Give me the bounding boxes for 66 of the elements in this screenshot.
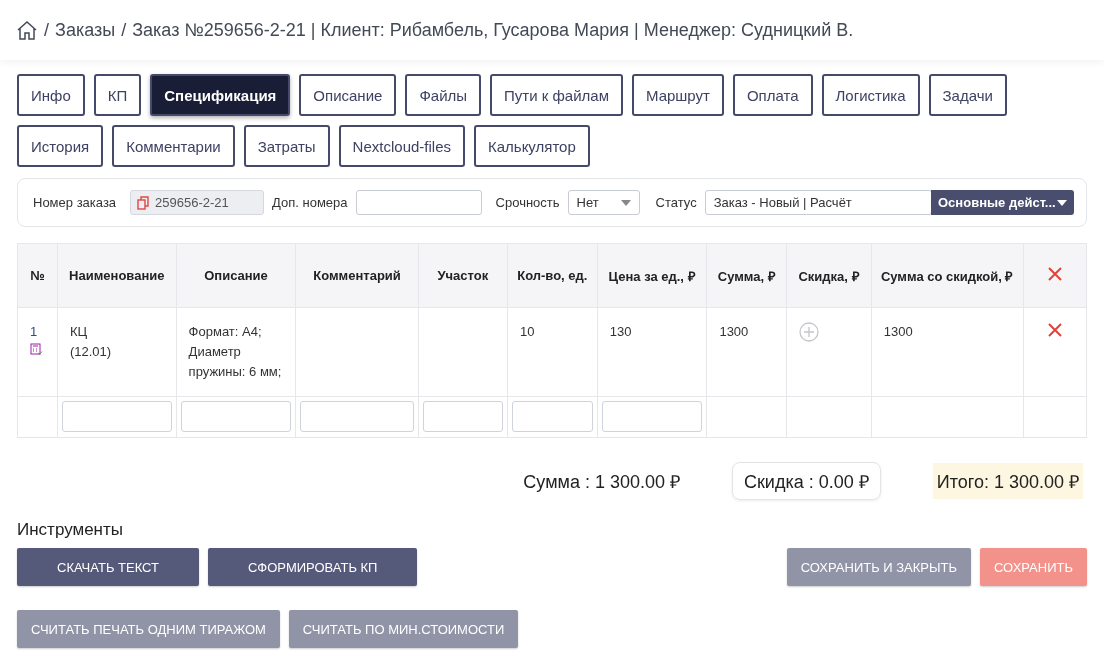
calculator-icon[interactable] xyxy=(30,343,43,356)
tab[interactable]: КП xyxy=(93,74,142,116)
grand-total: Итого: 1 300.00 ₽ xyxy=(932,463,1083,499)
field-label: Срочность xyxy=(495,195,560,210)
input-field[interactable] xyxy=(601,401,703,432)
tab[interactable]: Nextcloud-files xyxy=(338,125,465,167)
delete-icon[interactable] xyxy=(1046,322,1063,338)
discount-total: Скидка : 0.00 ₽ xyxy=(732,462,881,500)
column-header: Описание xyxy=(176,243,296,308)
input-field[interactable] xyxy=(300,401,414,432)
tab[interactable]: Маршрут xyxy=(631,74,724,116)
tab[interactable]: Файлы xyxy=(405,74,482,116)
tab[interactable]: Оплата xyxy=(732,74,813,116)
caret-icon xyxy=(620,199,631,206)
tab[interactable]: Пути к файлам xyxy=(490,74,623,116)
tab[interactable]: История xyxy=(17,125,104,167)
table-cell-text: 1 xyxy=(30,323,39,341)
tab[interactable]: Задачи xyxy=(928,74,1007,116)
actions-dropdown[interactable]: Основные дейст... xyxy=(931,190,1074,215)
field-label: Номер заказа xyxy=(33,195,117,210)
input-field[interactable] xyxy=(422,401,503,432)
extra-numbers-field[interactable] xyxy=(355,190,482,215)
breadcrumb-separator: / xyxy=(121,19,127,41)
field-label: Статус xyxy=(655,195,697,210)
column-header: Скидка, ₽ xyxy=(786,243,872,308)
action-button[interactable]: СФОРМИРОВАТЬ КП xyxy=(207,548,418,586)
copy-icon[interactable] xyxy=(137,195,150,210)
column-header: № xyxy=(17,243,58,308)
tab[interactable]: Комментарии xyxy=(112,125,235,167)
column-header: Участок xyxy=(418,243,508,308)
table-cell-text: (12.01) xyxy=(69,343,113,361)
delete-icon[interactable] xyxy=(1046,266,1063,282)
table-cell-text: Формат: А4; Диаметр пружины: 6 мм; xyxy=(188,323,283,381)
tab[interactable]: Логистика xyxy=(821,74,920,116)
tab[interactable]: Калькулятор xyxy=(474,125,590,167)
table-cell-text: 1300 xyxy=(883,323,914,341)
column-header: Комментарий xyxy=(295,243,419,308)
order-number-field: 259656-2-21 xyxy=(130,190,265,215)
column-header: Сумма со скидкой, ₽ xyxy=(871,243,1024,308)
column-header: Цена за ед., ₽ xyxy=(597,243,707,308)
breadcrumb-separator: / xyxy=(44,19,49,41)
add-discount-icon[interactable] xyxy=(799,322,820,342)
caret-icon xyxy=(1057,199,1067,206)
tab[interactable]: Спецификация xyxy=(150,74,291,116)
field-label: Доп. номера xyxy=(272,195,348,210)
table-cell-text: 130 xyxy=(609,323,633,341)
breadcrumb-current: Заказ №259656-2-21 | Клиент: Рибамбель, Гусарова Мария | Менеджер: Судницкий В. xyxy=(132,19,854,41)
section-title: Инструменты xyxy=(17,520,124,540)
table-cell-text: 1300 xyxy=(719,323,750,341)
input-field[interactable] xyxy=(61,401,172,432)
input-field[interactable] xyxy=(511,401,593,432)
sum-total: Сумма : 1 300.00 ₽ xyxy=(523,471,680,493)
urgency-select[interactable]: Нет xyxy=(567,190,640,215)
input-field[interactable] xyxy=(180,401,292,432)
table-cell-text: 10 xyxy=(519,323,536,341)
column-header: Кол-во, ед. xyxy=(507,243,598,308)
column-header: Сумма, ₽ xyxy=(706,243,787,308)
action-button[interactable]: СКАЧАТЬ ТЕКСТ xyxy=(17,548,199,586)
home-icon[interactable] xyxy=(16,20,38,40)
breadcrumb-link[interactable]: Заказы xyxy=(55,19,116,41)
tab[interactable]: Инфо xyxy=(17,74,85,116)
tab[interactable]: Описание xyxy=(299,74,397,116)
column-header: Наименование xyxy=(57,243,177,308)
tab[interactable]: Затраты xyxy=(243,125,330,167)
status-field[interactable]: Заказ - Новый | Расчёт xyxy=(704,190,932,215)
table-cell-text: КЦ xyxy=(69,323,89,341)
